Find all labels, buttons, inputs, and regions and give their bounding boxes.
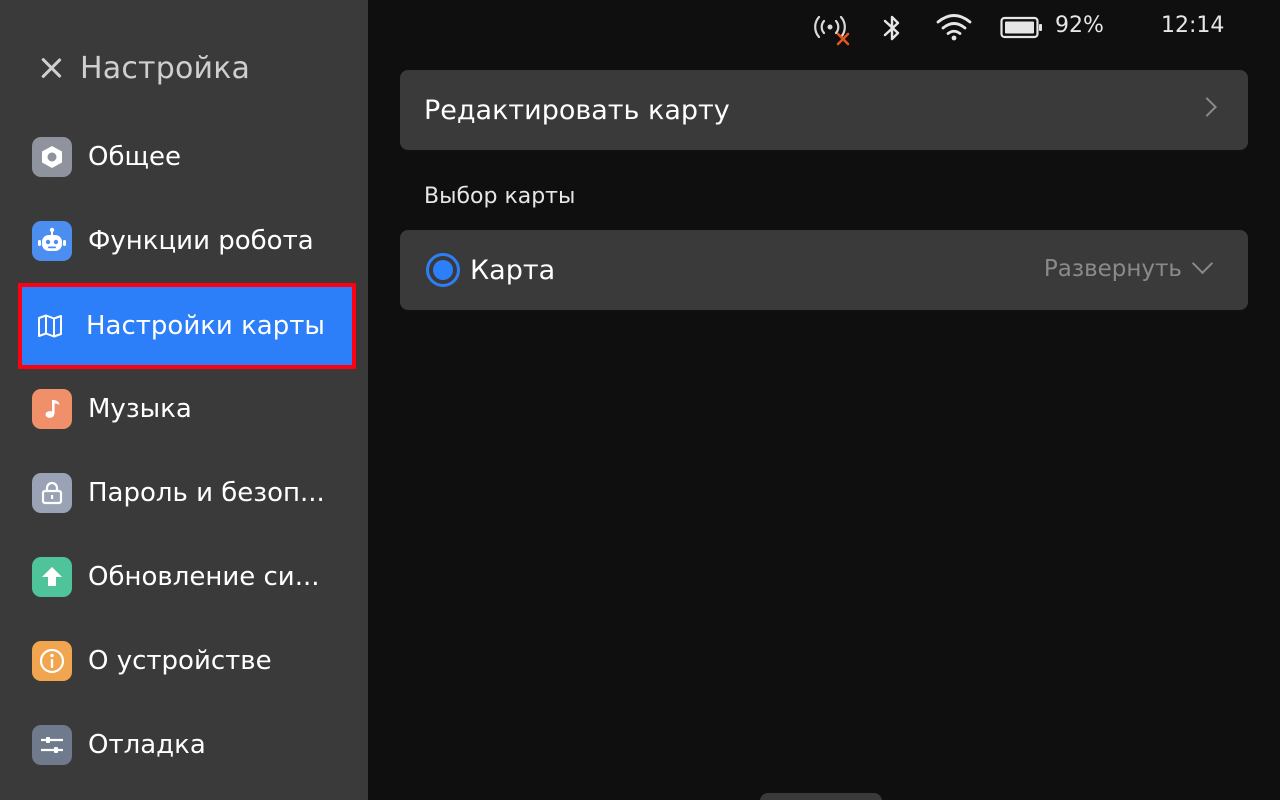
status-bar: 92% 12:14 xyxy=(368,0,1280,56)
debug-icon xyxy=(32,725,72,765)
sidebar-item-system-update[interactable]: Обновление си... xyxy=(24,538,346,616)
edit-map-row[interactable]: Редактировать карту xyxy=(400,70,1248,150)
sidebar-item-map-settings[interactable]: Настройки карты xyxy=(18,283,356,369)
map-icon xyxy=(30,306,70,346)
map-option-label: Карта xyxy=(470,254,556,286)
update-icon xyxy=(32,557,72,597)
sidebar-item-label: Пароль и безоп... xyxy=(88,478,325,508)
sidebar-item-label: Музыка xyxy=(88,394,192,424)
sidebar: Настройка Общее Функции робота Настройки… xyxy=(0,0,368,800)
sidebar-item-label: Функции робота xyxy=(88,226,314,256)
music-icon xyxy=(32,389,72,429)
sidebar-item-debug[interactable]: Отладка xyxy=(24,706,346,784)
sidebar-item-music[interactable]: Музыка xyxy=(24,370,346,448)
section-title: Выбор карты xyxy=(424,184,576,209)
clock: 12:14 xyxy=(1161,13,1225,38)
sidebar-item-robot-functions[interactable]: Функции робота xyxy=(24,202,346,280)
battery-icon xyxy=(1000,16,1044,44)
general-icon xyxy=(32,137,72,177)
sidebar-item-label: Отладка xyxy=(88,730,206,760)
page-title: Настройка xyxy=(80,50,251,86)
radio-selected-dot xyxy=(433,260,453,280)
signal-disconnected-icon xyxy=(812,10,852,54)
map-radio-button[interactable] xyxy=(426,253,460,287)
map-option-row[interactable]: Карта Развернуть xyxy=(400,230,1248,310)
sidebar-item-password-security[interactable]: Пароль и безоп... xyxy=(24,454,346,532)
expand-button[interactable]: Развернуть xyxy=(1044,256,1182,282)
sidebar-item-label: Обновление си... xyxy=(88,562,320,592)
bluetooth-icon xyxy=(880,12,904,48)
battery-percent: 92% xyxy=(1055,13,1104,38)
home-indicator[interactable] xyxy=(760,793,882,800)
edit-map-label: Редактировать карту xyxy=(424,94,730,126)
lock-icon xyxy=(32,473,72,513)
sidebar-item-label: Общее xyxy=(88,142,181,172)
sidebar-item-label: Настройки карты xyxy=(86,311,325,341)
sidebar-item-label: О устройстве xyxy=(88,646,272,676)
robot-icon xyxy=(32,221,72,261)
chevron-right-icon xyxy=(1197,97,1217,117)
sidebar-item-general[interactable]: Общее xyxy=(24,118,346,196)
sidebar-header: Настройка xyxy=(38,46,250,90)
info-icon xyxy=(32,641,72,681)
close-icon[interactable] xyxy=(38,55,64,81)
sidebar-item-about-device[interactable]: О устройстве xyxy=(24,622,346,700)
chevron-down-icon[interactable] xyxy=(1191,252,1214,275)
wifi-icon xyxy=(936,12,972,46)
